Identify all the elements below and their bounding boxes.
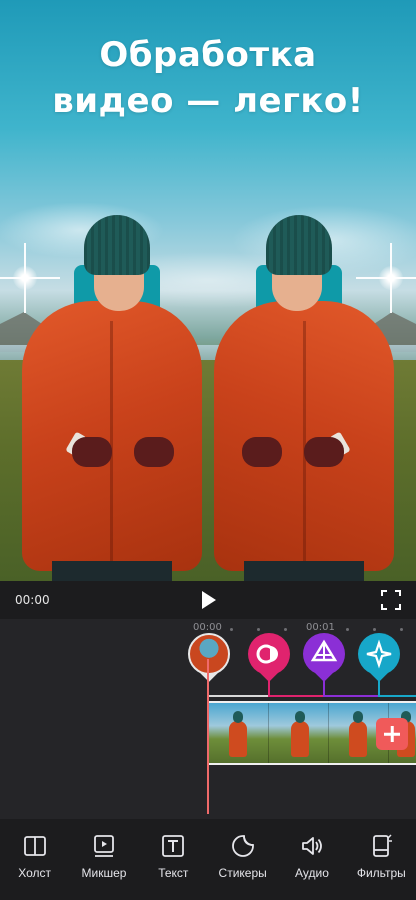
- tool-label: Стикеры: [218, 866, 267, 880]
- timeline[interactable]: 00:00 00:01: [0, 619, 416, 819]
- effect-pin[interactable]: [303, 633, 345, 685]
- clip-frame: [269, 703, 329, 763]
- filters-icon: [373, 834, 393, 857]
- mixer-icon: [94, 835, 114, 857]
- pyramid-effect-icon: [310, 639, 338, 662]
- tool-audio[interactable]: Аудио: [277, 819, 346, 900]
- transition-icon: [256, 644, 278, 664]
- headline-line-1: Обработка: [99, 35, 317, 75]
- ruler-tick: [373, 628, 376, 631]
- ruler-label: 00:00: [193, 622, 222, 633]
- tool-label: Холст: [18, 866, 52, 880]
- sparkle-filter-icon: [366, 639, 392, 669]
- fullscreen-icon[interactable]: [381, 590, 401, 610]
- tool-canvas[interactable]: Холст: [0, 819, 69, 900]
- ruler-tick: [284, 628, 287, 631]
- tool-label: Текст: [158, 866, 189, 880]
- tool-label: Аудио: [295, 866, 329, 880]
- tool-label: Микшер: [81, 866, 127, 880]
- filter-pin[interactable]: [358, 633, 400, 685]
- headline-line-2: видео — легко!: [52, 81, 364, 121]
- tool-mixer[interactable]: Микшер: [69, 819, 138, 900]
- ruler-label: 00:01: [306, 622, 335, 633]
- play-icon[interactable]: [200, 590, 218, 610]
- sticker-icon: [231, 835, 254, 857]
- bottom-toolbar: Холст Микшер Текст Стикеры Аудио Фильтры: [0, 819, 416, 900]
- clip-thumbnail-pin[interactable]: [188, 633, 230, 685]
- audio-icon: [302, 837, 322, 855]
- promo-headline: Обработка видео — легко!: [0, 32, 416, 124]
- text-icon: [162, 835, 185, 857]
- tool-filters[interactable]: Фильтры: [347, 819, 416, 900]
- ruler-tick: [257, 628, 260, 631]
- tool-stickers[interactable]: Стикеры: [208, 819, 277, 900]
- ruler-tick: [346, 628, 349, 631]
- video-preview[interactable]: Обработка видео — легко!: [0, 0, 416, 581]
- tool-text[interactable]: Текст: [139, 819, 208, 900]
- ruler-tick: [230, 628, 233, 631]
- current-time: 00:00: [15, 593, 50, 607]
- canvas-icon: [23, 836, 46, 856]
- clip-frame: [209, 703, 269, 763]
- tool-label: Фильтры: [356, 866, 406, 880]
- transition-pin[interactable]: [248, 633, 290, 685]
- playhead[interactable]: [207, 659, 209, 814]
- ruler-tick: [400, 628, 403, 631]
- person-figure-right: [204, 215, 394, 581]
- person-figure-left: [22, 215, 212, 581]
- add-clip-button[interactable]: [376, 718, 408, 750]
- playback-bar: 00:00: [0, 581, 416, 619]
- filter-span: [378, 695, 416, 697]
